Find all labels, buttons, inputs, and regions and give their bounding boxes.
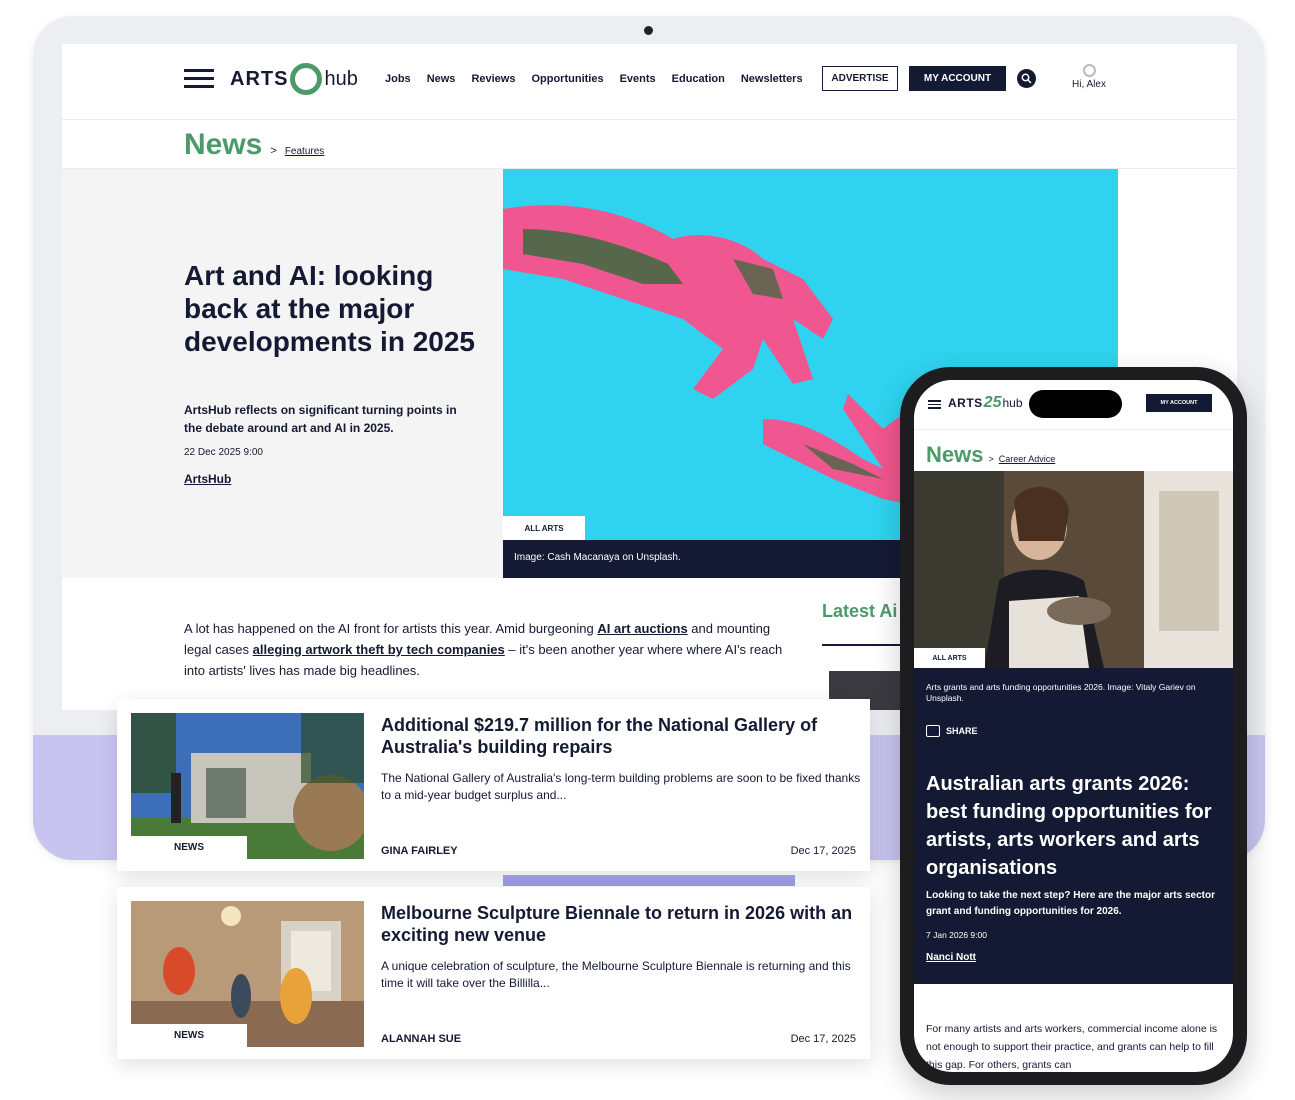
nav-item-newsletters[interactable]: Newsletters — [741, 73, 803, 85]
phone-hero-image — [914, 471, 1233, 668]
latest-heading: Latest Ai — [822, 601, 898, 621]
logo-arts-text: ARTS — [230, 67, 289, 90]
advertise-button[interactable]: ADVERTISE — [822, 66, 898, 91]
phone-article-title: Australian arts grants 2026: best fundin… — [926, 773, 1212, 879]
breadcrumb-sub-link[interactable]: Features — [285, 146, 324, 157]
card-category-tag[interactable]: NEWS — [131, 1024, 247, 1047]
card-author[interactable]: GINA FAIRLEY — [381, 845, 458, 857]
article-body: A lot has happened on the AI front for a… — [184, 618, 784, 681]
breadcrumb-section[interactable]: News — [184, 128, 262, 162]
phone-logo-hub: hub — [1002, 396, 1023, 410]
logo-ring-icon — [290, 63, 323, 95]
breadcrumb-separator: > — [270, 145, 277, 157]
nav-item-education[interactable]: Education — [672, 73, 725, 85]
decorative-bar — [503, 875, 795, 886]
card-category-tag[interactable]: NEWS — [131, 836, 247, 859]
nav-item-events[interactable]: Events — [620, 73, 656, 85]
artist-painting-image — [914, 471, 1233, 668]
user-greeting: Hi, Alex — [1072, 79, 1106, 90]
article-card[interactable]: NEWS Additional $219.7 million for the N… — [117, 699, 870, 871]
breadcrumb: News > Features — [184, 128, 324, 162]
hero-date: 22 Dec 2025 9:00 — [184, 447, 263, 458]
phone-article-date: 7 Jan 2026 9:00 — [926, 930, 987, 940]
camera-dot — [644, 26, 653, 35]
main-nav: Jobs News Reviews Opportunities Events E… — [385, 73, 803, 85]
phone-breadcrumb-section[interactable]: News — [926, 442, 983, 468]
share-button[interactable]: SHARE — [926, 725, 978, 737]
phone-notch — [1029, 390, 1122, 418]
card-excerpt: The National Gallery of Australia's long… — [381, 771, 861, 802]
phone-article-subtitle: Looking to take the next step? Here are … — [926, 890, 1215, 917]
search-icon[interactable] — [1017, 69, 1036, 88]
hero-text-panel — [62, 169, 503, 578]
phone-breadcrumb: News > Career Advice — [926, 442, 1055, 468]
my-account-button[interactable]: MY ACCOUNT — [909, 66, 1006, 91]
phone-hamburger-icon[interactable] — [928, 400, 941, 411]
share-label: SHARE — [946, 726, 978, 736]
card-author[interactable]: ALANNAH SUE — [381, 1033, 461, 1045]
card-excerpt: A unique celebration of sculpture, the M… — [381, 959, 851, 990]
showcase-stage: ARTS hub Jobs News Reviews Opportunities… — [0, 0, 1295, 1100]
hero-category-tag[interactable]: ALL ARTS — [503, 516, 585, 540]
hero-author-link[interactable]: ArtsHub — [184, 472, 231, 486]
phone-caption: Arts grants and arts funding opportuniti… — [926, 682, 1196, 703]
phone-breadcrumb-separator: > — [988, 454, 994, 464]
phone-logo-arts: ARTS — [948, 396, 983, 410]
artwork-theft-link[interactable]: alleging artwork theft by tech companies — [253, 642, 505, 657]
card-title[interactable]: Melbourne Sculpture Biennale to return i… — [381, 902, 856, 946]
ai-art-auctions-link[interactable]: AI art auctions — [597, 621, 687, 636]
nav-item-jobs[interactable]: Jobs — [385, 73, 411, 85]
nav-item-opportunities[interactable]: Opportunities — [531, 73, 603, 85]
phone-category-tag[interactable]: ALL ARTS — [914, 648, 985, 668]
hero-title: Art and AI: looking back at the major de… — [184, 260, 476, 357]
share-icon — [926, 725, 940, 737]
phone-breadcrumb-sub-link[interactable]: Career Advice — [999, 454, 1056, 464]
card-date: Dec 17, 2025 — [790, 1033, 856, 1045]
hero-subtitle: ArtsHub reflects on significant turning … — [184, 403, 457, 435]
user-menu[interactable]: Hi, Alex — [1064, 64, 1114, 90]
article-card[interactable]: NEWS Melbourne Sculpture Biennale to ret… — [117, 887, 870, 1059]
phone-logo-25: 25 — [983, 394, 1002, 411]
phone-my-account-button[interactable]: MY ACCOUNT — [1146, 394, 1212, 412]
avatar-icon — [1082, 64, 1096, 77]
card-date: Dec 17, 2025 — [790, 845, 856, 857]
site-header: ARTS hub Jobs News Reviews Opportunities… — [62, 44, 1237, 120]
phone-logo[interactable]: ARTS 25 hub — [948, 394, 1023, 412]
body-text-a: A lot has happened on the AI front for a… — [184, 621, 598, 636]
artshub-logo[interactable]: ARTS hub — [230, 61, 358, 97]
phone-article-header: Arts grants and arts funding opportuniti… — [914, 668, 1233, 984]
phone-author-link[interactable]: Nanci Nott — [926, 952, 976, 963]
latest-underline — [822, 644, 912, 646]
card-title[interactable]: Additional $219.7 million for the Nation… — [381, 714, 856, 758]
logo-hub-text: hub — [324, 67, 358, 90]
phone-article-body: For many artists and arts workers, comme… — [926, 1023, 1218, 1071]
hamburger-menu-icon[interactable] — [184, 69, 214, 88]
nav-item-news[interactable]: News — [427, 73, 456, 85]
nav-item-reviews[interactable]: Reviews — [471, 73, 515, 85]
phone-screen: ARTS 25 hub MY ACCOUNT News > Career Adv… — [914, 380, 1233, 1072]
